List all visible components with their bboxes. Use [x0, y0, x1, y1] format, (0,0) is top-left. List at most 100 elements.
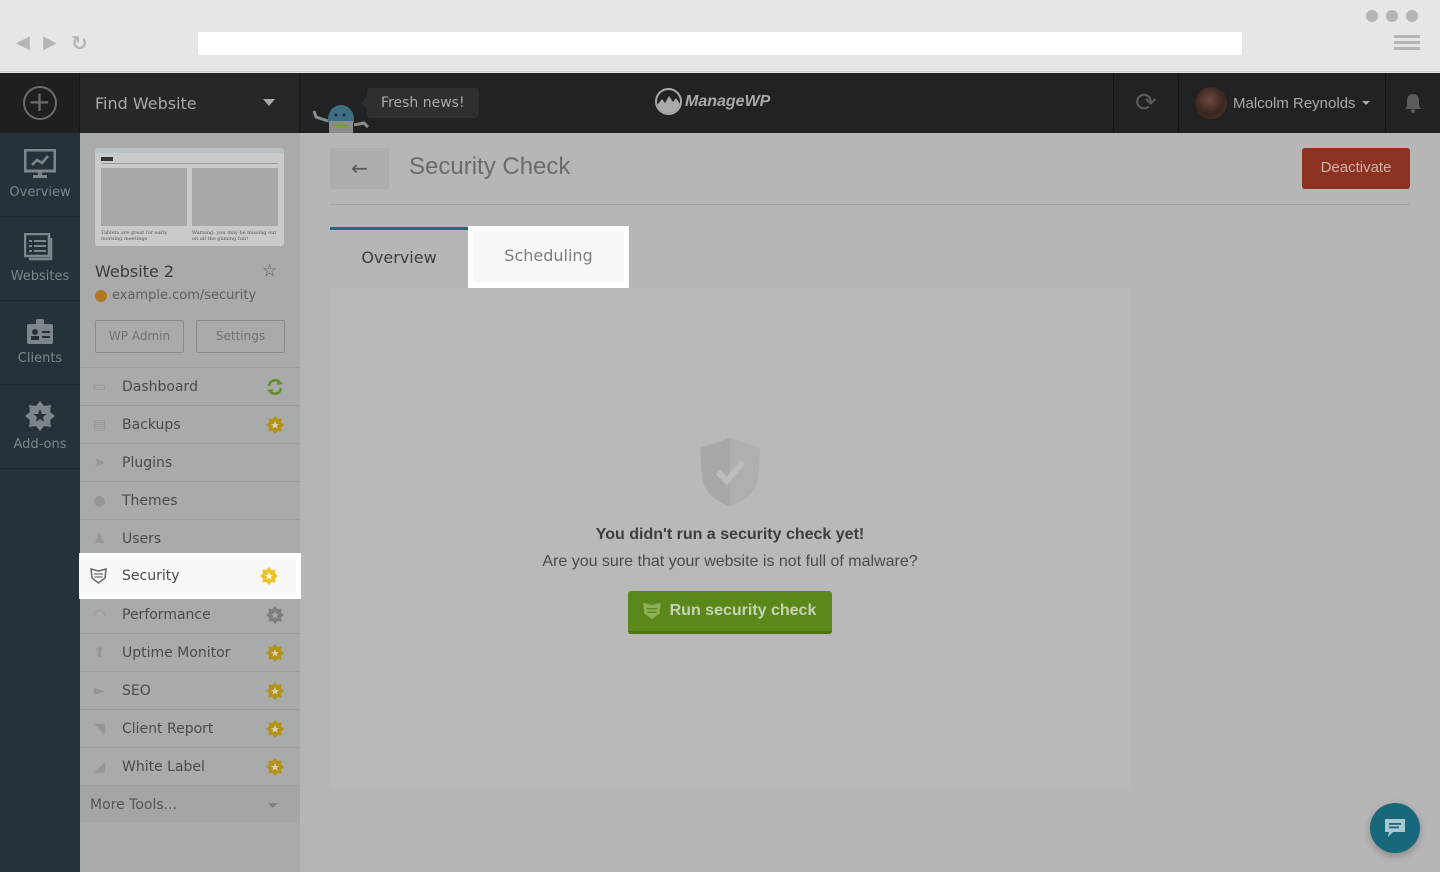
caret-down-icon — [1361, 101, 1370, 105]
premium-star-badge-icon — [266, 720, 284, 738]
forward-triangle-icon[interactable]: ▶ — [43, 32, 57, 54]
top-bar: + Find Website Fresh news! ManageWP ⟳ Ma… — [0, 73, 1440, 133]
sync-all-button[interactable]: ⟳ — [1113, 73, 1179, 133]
thumbnail-caption: Warning: you may be missing out on all t… — [192, 230, 277, 242]
menu-item-white-label[interactable]: ◢ White Label — [80, 747, 300, 785]
more-tools-dropdown[interactable]: More Tools... — [80, 785, 300, 823]
monitor-chart-icon — [24, 149, 56, 178]
left-nav: Overview Websites Clients Add-ons — [0, 133, 80, 872]
premium-star-badge-icon — [266, 682, 284, 700]
plug-icon: ➤ — [93, 455, 106, 471]
leftnav-label: Overview — [9, 185, 71, 200]
caret-down-icon — [268, 803, 278, 808]
bell-icon — [1405, 94, 1421, 113]
shield-icon — [90, 568, 107, 584]
managewp-logo-icon — [655, 88, 682, 115]
main-content: ← Security Check Deactivate Overview Sch… — [300, 133, 1440, 872]
leftnav-item-clients[interactable]: Clients — [0, 301, 80, 385]
leftnav-item-overview[interactable]: Overview — [0, 133, 80, 217]
premium-star-badge-icon — [266, 416, 284, 434]
menu-item-performance[interactable]: ◠ Performance — [80, 595, 300, 633]
tag-icon: ◢ — [94, 759, 105, 775]
website-sidebar: Tablets are great for early morning meet… — [79, 133, 301, 872]
run-security-check-button[interactable]: Run security check — [627, 591, 833, 634]
menu-item-label: Performance — [122, 606, 211, 623]
address-bar[interactable] — [198, 32, 1242, 55]
tab-scheduling[interactable]: Scheduling — [468, 226, 629, 288]
area-chart-icon: ◥ — [94, 721, 105, 737]
deactivate-button[interactable]: Deactivate — [1302, 148, 1410, 189]
id-badge-icon — [27, 319, 53, 344]
user-icon: ♟ — [93, 531, 106, 547]
find-website-dropdown[interactable]: Find Website — [80, 73, 300, 133]
menu-item-label: Client Report — [122, 720, 214, 737]
add-website-button[interactable]: + — [0, 73, 80, 133]
user-name: Malcolm Reynolds — [1233, 94, 1356, 112]
managewp-logo[interactable]: ManageWP — [655, 88, 770, 115]
plus-circle-icon: + — [22, 86, 57, 120]
premium-star-badge-icon — [260, 567, 278, 585]
browser-chrome: ◀ ▶ ↻ — [0, 0, 1440, 72]
megaphone-icon: ► — [94, 683, 105, 699]
settings-button[interactable]: Settings — [196, 320, 285, 353]
tab-overview[interactable]: Overview — [330, 227, 468, 287]
tools-menu: ▭ Dashboard ▤ Backups ➤ Plugins ● Themes — [79, 367, 301, 823]
menu-item-seo[interactable]: ► SEO — [80, 671, 300, 709]
premium-star-badge-icon — [266, 606, 284, 624]
stacked-list-icon — [24, 233, 53, 261]
menu-item-dashboard[interactable]: ▭ Dashboard — [80, 367, 300, 405]
leftnav-item-websites[interactable]: Websites — [0, 217, 80, 301]
window-dot-icon — [1366, 10, 1378, 22]
leftnav-label: Clients — [17, 351, 63, 366]
menu-item-themes[interactable]: ● Themes — [80, 481, 300, 519]
menu-item-label: Security — [122, 568, 180, 584]
menu-item-label: Dashboard — [122, 378, 198, 395]
wp-admin-button[interactable]: WP Admin — [95, 320, 184, 353]
menu-item-plugins[interactable]: ➤ Plugins — [80, 443, 300, 481]
website-url-link[interactable]: example.com/security — [95, 288, 256, 303]
premium-star-badge-icon — [266, 644, 284, 662]
menu-item-label: Themes — [122, 492, 178, 509]
divider — [330, 204, 1410, 205]
reload-icon[interactable]: ↻ — [71, 32, 88, 54]
menu-item-label: Plugins — [122, 454, 173, 471]
sync-icon[interactable] — [266, 378, 284, 396]
find-website-label: Find Website — [95, 93, 197, 113]
run-security-check-label: Run security check — [669, 602, 817, 619]
more-tools-label: More Tools... — [90, 796, 177, 813]
menu-item-client-report[interactable]: ◥ Client Report — [80, 709, 300, 747]
refresh-icon: ⟳ — [1135, 88, 1157, 118]
back-button[interactable]: ← — [330, 148, 389, 189]
menu-item-users[interactable]: ♟ Users — [80, 519, 300, 557]
notifications-button[interactable] — [1385, 73, 1440, 133]
window-dot-icon — [1386, 10, 1398, 22]
shield-icon — [642, 602, 661, 620]
empty-state: You didn't run a security check yet! Are… — [330, 436, 1130, 634]
hamburger-menu-icon[interactable] — [1394, 35, 1420, 53]
chat-button[interactable] — [1370, 803, 1420, 853]
back-triangle-icon[interactable]: ◀ — [16, 32, 30, 54]
menu-item-security[interactable]: Security — [79, 553, 301, 599]
page-title: Security Check — [409, 153, 571, 180]
menu-item-backups[interactable]: ▤ Backups — [80, 405, 300, 443]
menu-item-label: SEO — [122, 682, 151, 699]
browser-window: ◀ ▶ ↻ + Find Website Fresh news! ManageW… — [0, 0, 1440, 872]
website-thumbnail[interactable]: Tablets are great for early morning meet… — [95, 148, 284, 246]
fresh-news-tooltip[interactable]: Fresh news! — [361, 88, 479, 118]
backup-drive-icon: ▤ — [92, 417, 107, 433]
menu-item-uptime-monitor[interactable]: ⬆ Uptime Monitor — [80, 633, 300, 671]
star-badge-icon — [25, 401, 55, 431]
menu-item-label: Backups — [122, 416, 181, 433]
arrow-left-icon: ← — [351, 156, 368, 180]
user-menu[interactable]: Malcolm Reynolds — [1195, 85, 1370, 121]
palette-icon: ● — [93, 493, 106, 509]
logo-text: ManageWP — [685, 92, 771, 110]
favorite-star-icon[interactable]: ☆ — [262, 261, 277, 281]
empty-text: Are you sure that your website is not fu… — [542, 553, 918, 570]
leftnav-item-addons[interactable]: Add-ons — [0, 385, 80, 469]
empty-heading: You didn't run a security check yet! — [595, 526, 865, 543]
window-dot-icon — [1406, 10, 1418, 22]
menu-item-label: Uptime Monitor — [122, 644, 231, 661]
premium-star-badge-icon — [266, 758, 284, 776]
monitor-icon: ▭ — [92, 379, 107, 395]
